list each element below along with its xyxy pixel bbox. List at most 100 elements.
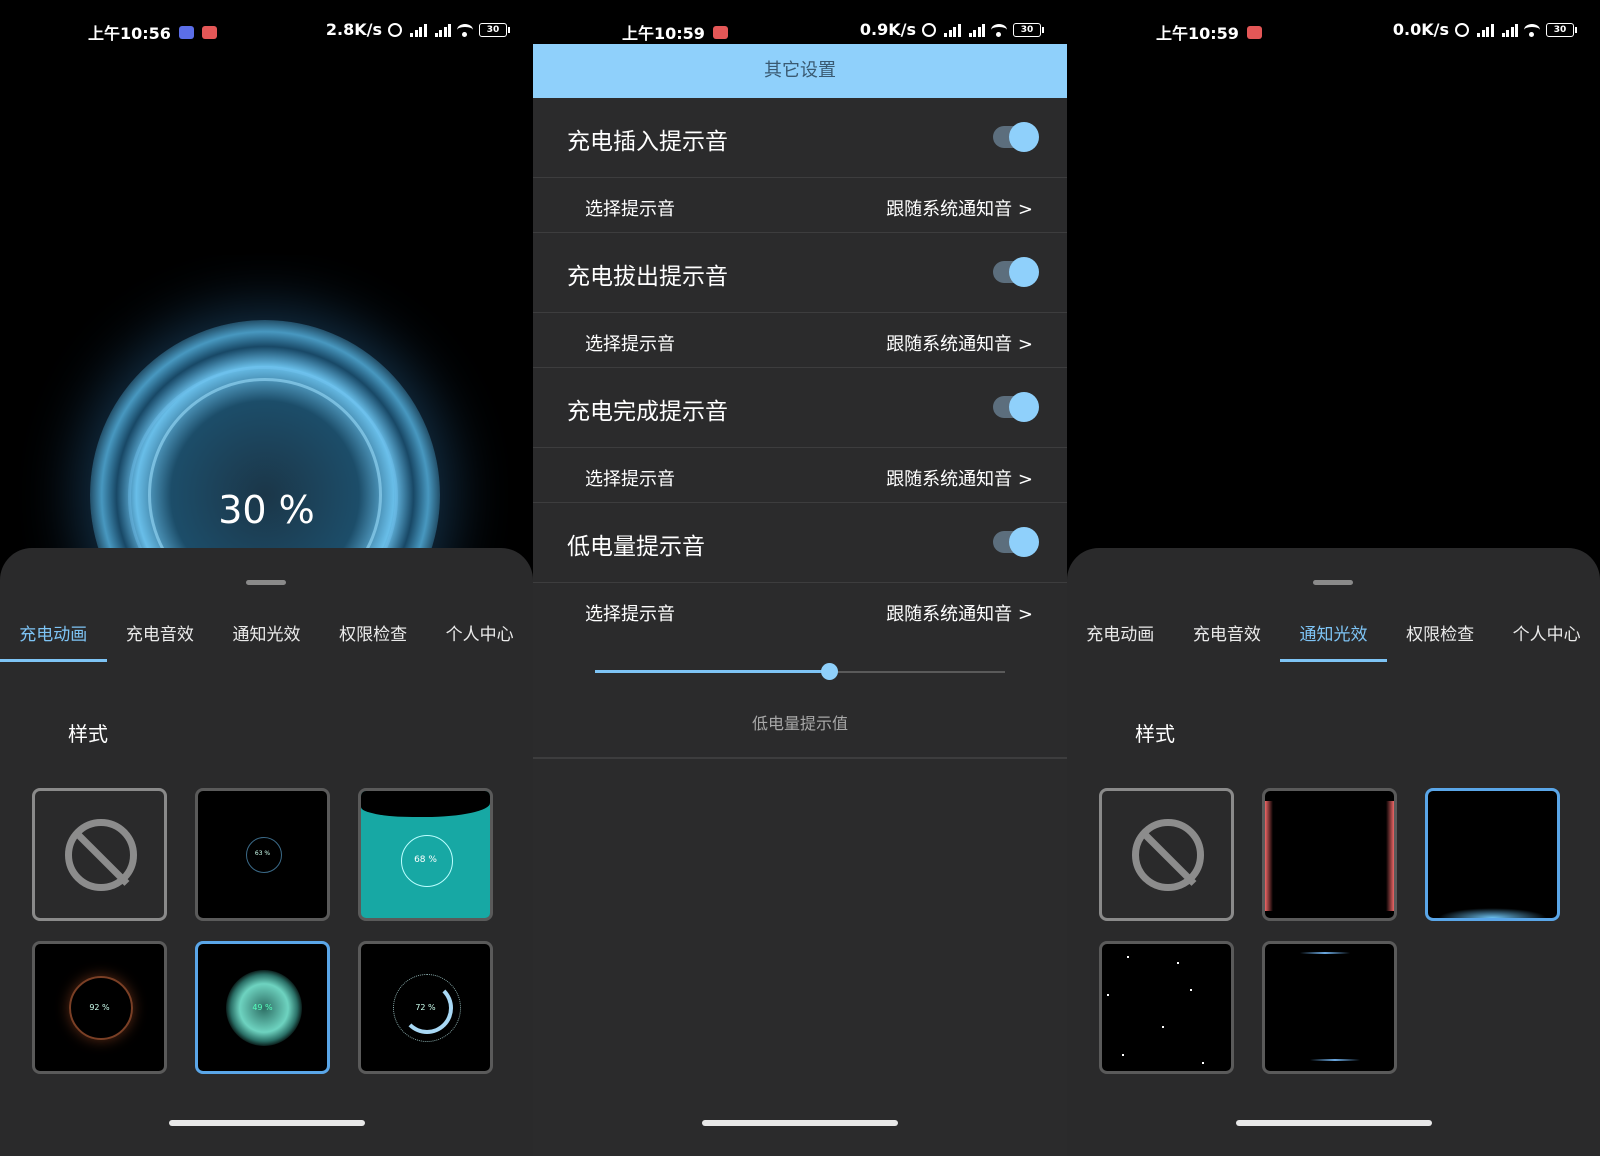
status-bar: 上午10:59 0.9K/s 30	[533, 18, 1067, 44]
setting-title: 充电完成提示音	[567, 399, 728, 425]
tile-preview	[1162, 1026, 1164, 1028]
tile-preview	[1386, 801, 1394, 911]
screen-charging-animation: 上午10:56 2.8K/s 30 30 % 充电动画 充电音效 通知光效 权限…	[0, 0, 533, 1156]
tile-preview	[1190, 989, 1192, 991]
status-net-speed: 2.8K/s	[325, 20, 382, 39]
signal-icon	[942, 23, 961, 37]
select-sound-row[interactable]: 选择提示音 跟随系统通知音 >	[533, 314, 1067, 368]
tile-preview	[361, 791, 490, 817]
status-bar: 上午10:56 2.8K/s 30	[0, 18, 533, 44]
screen-other-settings: 上午10:59 0.9K/s 30 其它设置 充电插入提示音 选择提示音 跟随系…	[533, 0, 1067, 1156]
tab-profile[interactable]: 个人中心	[426, 618, 533, 662]
style-tile-none[interactable]	[32, 788, 167, 921]
settings-header: 其它设置	[533, 44, 1067, 98]
battery-icon: 30	[1546, 22, 1577, 37]
signal-icon	[408, 23, 427, 37]
sheet-handle[interactable]	[1313, 580, 1353, 585]
alarm-icon	[922, 22, 936, 37]
toggle-knob	[1009, 392, 1039, 422]
select-sound-row[interactable]: 选择提示音 跟随系统通知音 >	[533, 449, 1067, 503]
setting-low-battery-sound: 低电量提示音	[533, 503, 1067, 583]
alarm-icon	[1455, 22, 1469, 37]
battery-icon: 30	[1013, 22, 1044, 37]
tab-charging-animation[interactable]: 充电动画	[0, 618, 107, 662]
setting-title: 充电插入提示音	[567, 129, 728, 155]
style-tile-wave[interactable]: 68 %	[358, 788, 493, 921]
light-tile-red-edge[interactable]	[1262, 788, 1397, 921]
plug-in-sound-toggle[interactable]	[993, 122, 1039, 152]
light-tile-none[interactable]	[1099, 788, 1234, 921]
section-title: 样式	[1135, 722, 1175, 746]
section-title: 样式	[68, 722, 108, 746]
battery-icon: 30	[479, 22, 510, 37]
tile-preview	[1438, 908, 1547, 918]
tab-permission-check[interactable]: 权限检查	[320, 618, 427, 662]
tab-permission-check[interactable]: 权限检查	[1387, 618, 1494, 662]
slider-fill	[595, 670, 829, 673]
tab-charging-sound[interactable]: 充电音效	[1174, 618, 1281, 662]
select-sound-value: 跟随系统通知音 >	[886, 604, 1033, 625]
tab-notification-light[interactable]: 通知光效	[1280, 618, 1387, 662]
select-sound-row[interactable]: 选择提示音 跟随系统通知音 >	[533, 584, 1067, 638]
slider-thumb[interactable]	[820, 663, 838, 680]
light-tile-stars[interactable]	[1099, 941, 1234, 1074]
signal-icon	[433, 23, 451, 37]
unplug-sound-toggle[interactable]	[993, 257, 1039, 287]
select-sound-value: 跟随系统通知音 >	[886, 469, 1033, 490]
tab-charging-animation[interactable]: 充电动画	[1067, 618, 1174, 662]
toggle-knob	[1009, 122, 1039, 152]
light-tile-lines[interactable]	[1262, 941, 1397, 1074]
charge-complete-sound-toggle[interactable]	[993, 392, 1039, 422]
battery-level: 30	[1020, 24, 1034, 35]
signal-icon	[967, 23, 985, 37]
signal-icon	[1475, 23, 1494, 37]
no-effect-icon	[65, 819, 137, 891]
select-sound-value: 跟随系统通知音 >	[886, 334, 1033, 355]
tab-bar: 充电动画 充电音效 通知光效 权限检查 个人中心	[0, 618, 533, 662]
style-tile-orange-ring[interactable]: 92 %	[32, 941, 167, 1074]
style-tile-ring-dark[interactable]: 63 %	[195, 788, 330, 921]
slider-label: 低电量提示值	[751, 714, 848, 733]
home-indicator[interactable]	[1235, 1120, 1432, 1126]
setting-unplug-sound: 充电拔出提示音	[533, 233, 1067, 313]
tile-percent: 68 %	[414, 855, 437, 865]
style-tile-arc[interactable]: 72 %	[358, 941, 493, 1074]
tab-notification-light[interactable]: 通知光效	[213, 618, 320, 662]
select-sound-label: 选择提示音	[585, 334, 675, 355]
battery-level: 30	[1553, 24, 1567, 35]
style-tile-teal-orb[interactable]: 49 %	[195, 941, 330, 1074]
alarm-icon	[388, 22, 402, 37]
tile-preview	[1177, 962, 1179, 964]
tile-percent: 92 %	[89, 1003, 110, 1012]
low-battery-sound-toggle[interactable]	[993, 527, 1039, 557]
tile-preview	[1202, 1062, 1204, 1064]
tile-percent: 63 %	[254, 850, 271, 857]
low-battery-slider[interactable]	[595, 663, 1005, 680]
sheet-handle[interactable]	[246, 580, 286, 585]
wifi-icon	[457, 23, 473, 37]
select-sound-label: 选择提示音	[585, 604, 675, 625]
home-indicator[interactable]	[168, 1120, 365, 1126]
light-tile-blue-bottom[interactable]	[1425, 788, 1560, 921]
select-sound-label: 选择提示音	[585, 469, 675, 490]
record-icon	[712, 25, 728, 39]
record-icon	[1246, 25, 1262, 39]
setting-title: 充电拔出提示音	[567, 264, 728, 290]
select-sound-row[interactable]: 选择提示音 跟随系统通知音 >	[533, 179, 1067, 233]
home-indicator[interactable]	[702, 1120, 898, 1126]
tab-profile[interactable]: 个人中心	[1493, 618, 1600, 662]
tile-preview	[1310, 1059, 1360, 1061]
tile-percent: 72 %	[415, 1003, 436, 1012]
wifi-icon	[991, 23, 1007, 37]
signal-icon	[1500, 23, 1518, 37]
status-bar: 上午10:59 0.0K/s 30	[1067, 18, 1600, 44]
tab-charging-sound[interactable]: 充电音效	[107, 618, 214, 662]
tab-bar: 充电动画 充电音效 通知光效 权限检查 个人中心	[1067, 618, 1600, 662]
bottom-sheet: 充电动画 充电音效 通知光效 权限检查 个人中心 样式	[1067, 548, 1600, 1156]
record-icon	[201, 25, 217, 39]
setting-plug-in-sound: 充电插入提示音	[533, 98, 1067, 178]
toggle-knob	[1009, 257, 1039, 287]
status-time: 上午10:59	[1156, 24, 1239, 43]
bottom-sheet: 充电动画 充电音效 通知光效 权限检查 个人中心 样式 63 % 68 % 92…	[0, 548, 533, 1156]
wifi-icon	[1524, 23, 1540, 37]
